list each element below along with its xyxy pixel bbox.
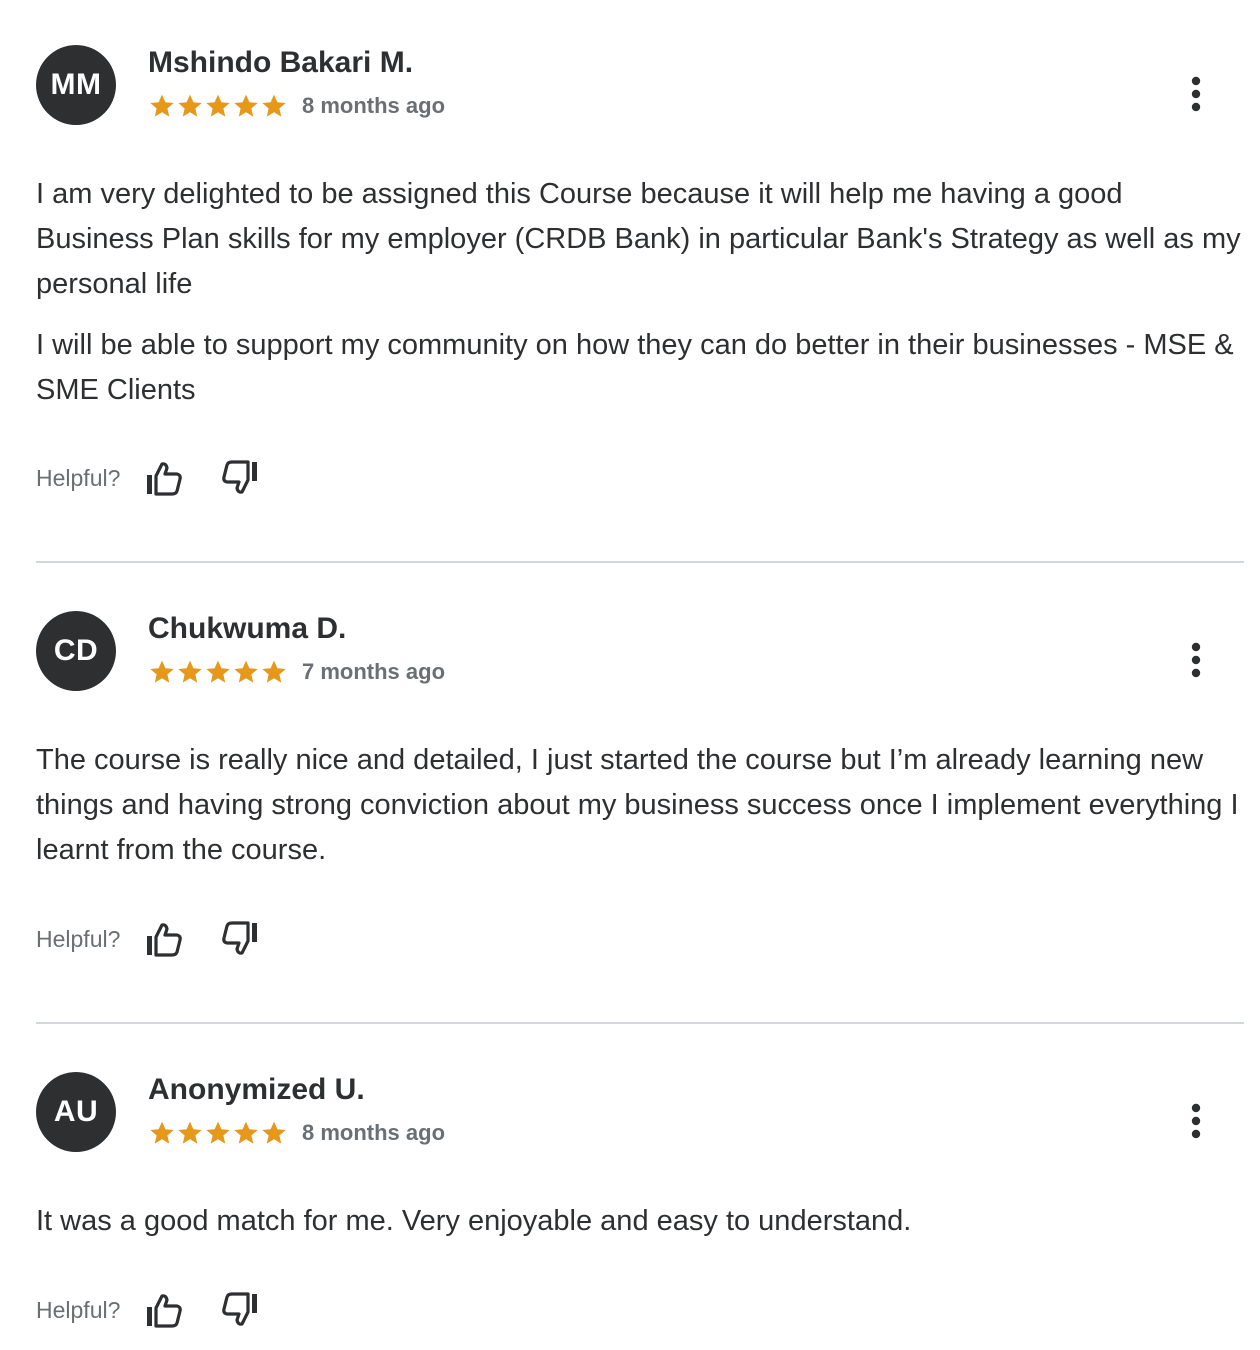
review-paragraph: I will be able to support my community o…: [36, 329, 1234, 406]
more-vertical-icon: [1191, 76, 1201, 112]
star-icon: [150, 1121, 174, 1144]
reviewer-name: Anonymized U.: [148, 1073, 365, 1106]
review-paragraph: The course is really nice and detailed, …: [36, 744, 1239, 866]
star-icon: [206, 94, 230, 117]
review-options-button[interactable]: [1178, 71, 1214, 117]
review-divider: [36, 561, 1244, 563]
star-rating: [148, 658, 288, 686]
thumbs-up-button[interactable]: [142, 456, 186, 500]
review-paragraph: I am very delighted to be assigned this …: [36, 178, 1241, 300]
review-date: 8 months ago: [302, 1120, 446, 1145]
helpful-row: Helpful?: [36, 456, 262, 500]
thumbs-down-icon: [222, 1292, 258, 1326]
thumbs-up-icon: [147, 1294, 183, 1328]
helpful-label: Helpful?: [36, 1296, 121, 1323]
star-rating: [148, 92, 288, 120]
review-date: 7 months ago: [302, 659, 446, 684]
thumbs-down-icon: [222, 460, 258, 494]
star-icon: [234, 660, 258, 683]
star-icon: [234, 1121, 258, 1144]
avatar: MM: [36, 45, 116, 125]
thumbs-up-icon: [147, 923, 183, 957]
thumbs-up-button[interactable]: [142, 1288, 186, 1332]
star-icon: [178, 660, 202, 683]
star-icon: [262, 1121, 286, 1144]
review-divider: [36, 1022, 1244, 1024]
rating-row: 7 months ago: [148, 657, 445, 687]
more-vertical-icon: [1191, 1103, 1201, 1139]
thumbs-down-button[interactable]: [218, 456, 262, 500]
star-icon: [150, 94, 174, 117]
thumbs-down-button[interactable]: [218, 1288, 262, 1332]
thumbs-down-icon: [222, 921, 258, 955]
rating-row: 8 months ago: [148, 1118, 445, 1148]
thumbs-up-icon: [147, 462, 183, 496]
star-icon: [234, 94, 258, 117]
review-paragraph: It was a good match for me. Very enjoyab…: [36, 1205, 912, 1237]
star-icon: [206, 1121, 230, 1144]
avatar: CD: [36, 611, 116, 691]
helpful-label: Helpful?: [36, 925, 121, 952]
review-text: It was a good match for me. Very enjoyab…: [36, 1199, 1244, 1244]
star-icon: [178, 94, 202, 117]
thumbs-down-button[interactable]: [218, 917, 262, 961]
star-icon: [206, 660, 230, 683]
star-icon: [150, 660, 174, 683]
review-date: 8 months ago: [302, 93, 446, 118]
reviewer-name: Chukwuma D.: [148, 612, 347, 645]
star-icon: [262, 94, 286, 117]
review-text: I am very delighted to be assigned this …: [36, 172, 1244, 413]
rating-row: 8 months ago: [148, 91, 445, 121]
star-icon: [262, 660, 286, 683]
reviewer-name: Mshindo Bakari M.: [148, 46, 414, 79]
helpful-row: Helpful?: [36, 917, 262, 961]
helpful-label: Helpful?: [36, 464, 121, 491]
helpful-row: Helpful?: [36, 1288, 262, 1332]
review-options-button[interactable]: [1178, 637, 1214, 683]
star-rating: [148, 1119, 288, 1147]
star-icon: [178, 1121, 202, 1144]
review-text: The course is really nice and detailed, …: [36, 738, 1244, 873]
more-vertical-icon: [1191, 642, 1201, 678]
review-options-button[interactable]: [1178, 1098, 1214, 1144]
avatar: AU: [36, 1072, 116, 1152]
thumbs-up-button[interactable]: [142, 917, 186, 961]
